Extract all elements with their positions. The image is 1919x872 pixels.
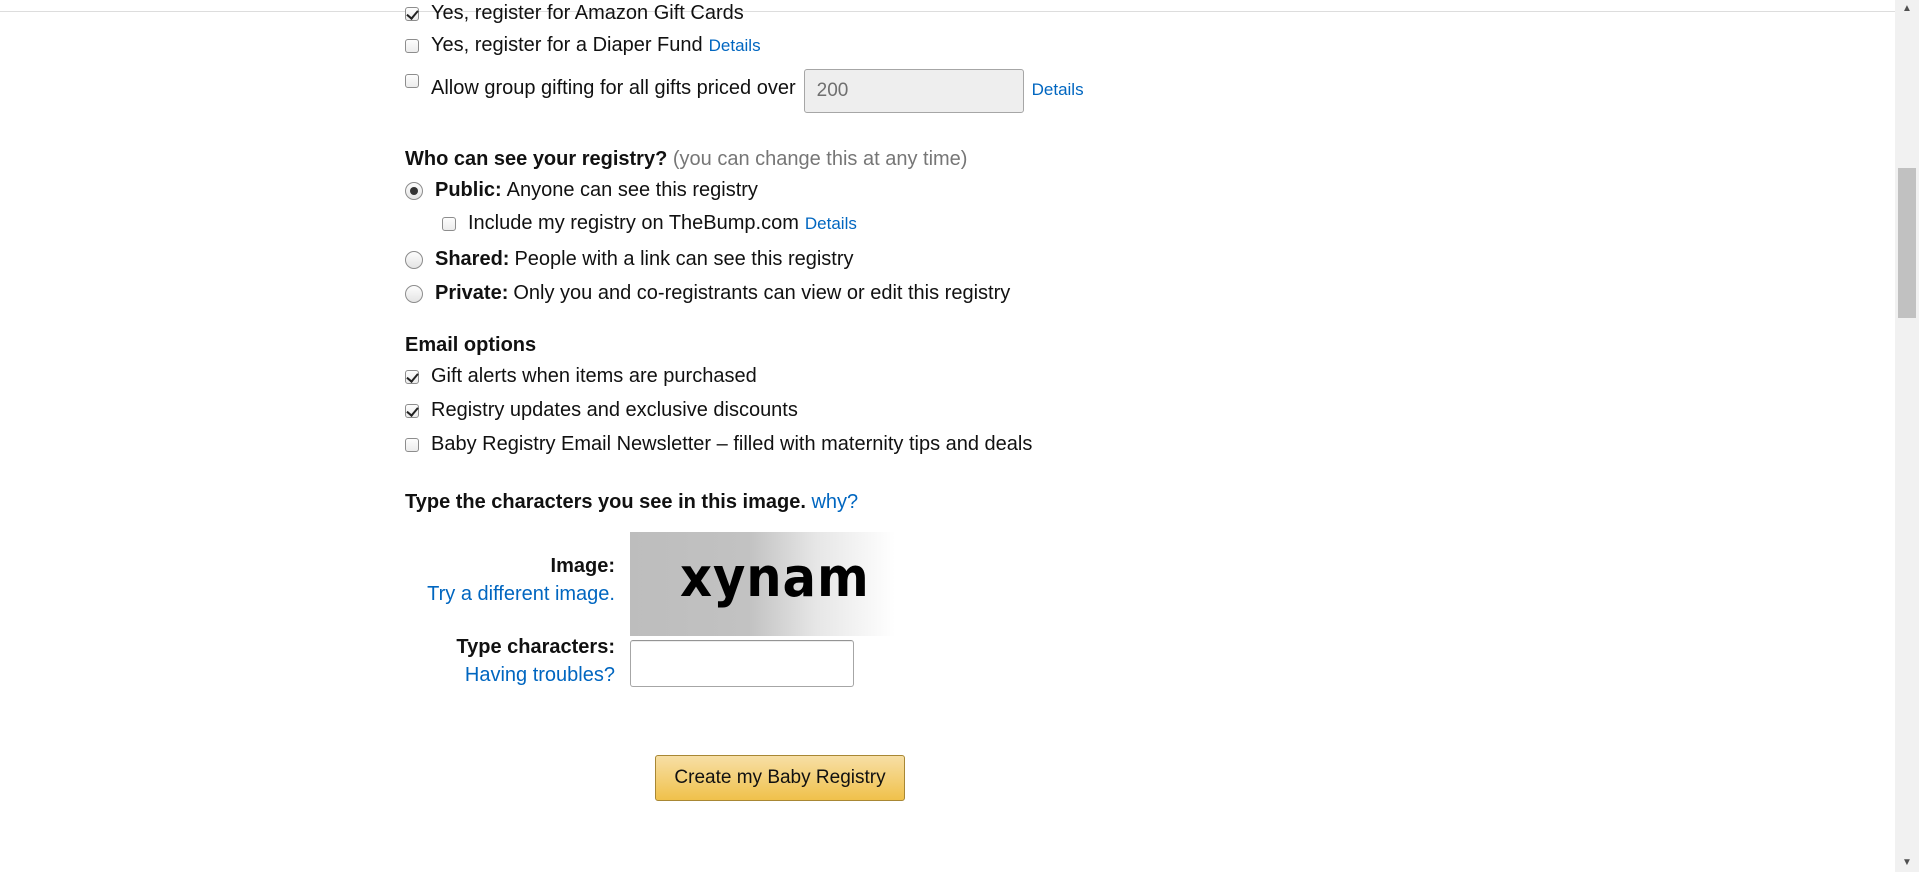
public-radio[interactable] bbox=[405, 181, 423, 200]
scroll-up-arrow-icon[interactable]: ▲ bbox=[1898, 0, 1916, 18]
email-options-title: Email options bbox=[405, 334, 537, 356]
thebump-label: Include my registry on TheBump.com bbox=[468, 212, 799, 234]
try-different-image-link[interactable]: Try a different image. bbox=[427, 583, 615, 606]
captcha-image-text: xynam bbox=[680, 546, 870, 609]
scrollbar-track[interactable] bbox=[1895, 0, 1919, 872]
gift-alerts-label: Gift alerts when items are purchased bbox=[431, 365, 757, 387]
create-registry-button[interactable]: Create my Baby Registry bbox=[655, 755, 905, 801]
private-desc: Only you and co-registrants can view or … bbox=[513, 282, 1011, 304]
diaper-fund-option[interactable]: Yes, register for a Diaper Fund Details bbox=[405, 34, 761, 57]
group-gifting-details-link[interactable]: Details bbox=[1032, 80, 1084, 100]
group-gifting-label: Allow group gifting for all gifts priced… bbox=[431, 77, 796, 99]
group-gifting-checkbox[interactable] bbox=[405, 74, 419, 88]
gift-cards-checkbox[interactable] bbox=[405, 6, 419, 21]
email-option-newsletter[interactable]: Baby Registry Email Newsletter – filled … bbox=[405, 433, 1032, 456]
thebump-checkbox[interactable] bbox=[442, 216, 456, 231]
type-characters-label: Type characters: bbox=[456, 636, 615, 658]
captcha-type-labels: Type characters: Having troubles? bbox=[405, 636, 615, 696]
thebump-details-link[interactable]: Details bbox=[805, 214, 857, 234]
newsletter-label: Baby Registry Email Newsletter – filled … bbox=[431, 433, 1033, 455]
captcha-image-label: Image: bbox=[550, 555, 615, 577]
gift-cards-option[interactable]: Yes, register for Amazon Gift Cards bbox=[405, 2, 744, 25]
private-label: Private: bbox=[435, 282, 509, 304]
visibility-public-option[interactable]: Public: Anyone can see this registry bbox=[405, 179, 758, 202]
diaper-fund-details-link[interactable]: Details bbox=[709, 36, 761, 56]
diaper-fund-label: Yes, register for a Diaper Fund bbox=[431, 34, 703, 56]
captcha-prompt-text: Type the characters you see in this imag… bbox=[405, 491, 806, 513]
gift-alerts-checkbox[interactable] bbox=[405, 369, 419, 384]
top-divider bbox=[0, 11, 1895, 12]
email-option-registry-updates[interactable]: Registry updates and exclusive discounts bbox=[405, 399, 798, 422]
group-gifting-amount-input[interactable] bbox=[803, 69, 1024, 113]
captcha-image: xynam bbox=[630, 532, 895, 636]
shared-radio[interactable] bbox=[405, 250, 423, 269]
visibility-private-option[interactable]: Private: Only you and co-registrants can… bbox=[405, 282, 1010, 305]
group-gifting-option[interactable]: Allow group gifting for all gifts priced… bbox=[405, 69, 1084, 113]
page: Yes, register for Amazon Gift Cards Yes,… bbox=[0, 0, 1919, 872]
captcha-image-labels: Image: Try a different image. bbox=[405, 555, 615, 615]
having-troubles-link[interactable]: Having troubles? bbox=[465, 664, 615, 687]
public-desc: Anyone can see this registry bbox=[506, 179, 758, 201]
visibility-shared-option[interactable]: Shared: People with a link can see this … bbox=[405, 248, 854, 271]
email-option-gift-alerts[interactable]: Gift alerts when items are purchased bbox=[405, 365, 757, 388]
captcha-why-link[interactable]: why? bbox=[811, 491, 858, 513]
scroll-down-arrow-icon[interactable]: ▼ bbox=[1898, 854, 1916, 872]
public-label: Public: bbox=[435, 179, 502, 201]
registry-updates-checkbox[interactable] bbox=[405, 403, 419, 418]
private-radio[interactable] bbox=[405, 284, 423, 303]
thebump-option[interactable]: Include my registry on TheBump.com Detai… bbox=[442, 212, 857, 235]
captcha-prompt: Type the characters you see in this imag… bbox=[405, 491, 858, 514]
shared-label: Shared: bbox=[435, 248, 510, 270]
scrollbar-thumb[interactable] bbox=[1898, 168, 1916, 318]
gift-cards-label: Yes, register for Amazon Gift Cards bbox=[431, 2, 744, 24]
visibility-section-title: Who can see your registry? (you can chan… bbox=[405, 148, 967, 171]
visibility-hint: (you can change this at any time) bbox=[672, 148, 968, 170]
visibility-title: Who can see your registry? bbox=[405, 148, 668, 170]
shared-desc: People with a link can see this registry bbox=[514, 248, 854, 270]
newsletter-checkbox[interactable] bbox=[405, 437, 419, 452]
diaper-fund-checkbox[interactable] bbox=[405, 38, 419, 53]
registry-updates-label: Registry updates and exclusive discounts bbox=[431, 399, 798, 421]
captcha-input[interactable] bbox=[630, 640, 854, 687]
